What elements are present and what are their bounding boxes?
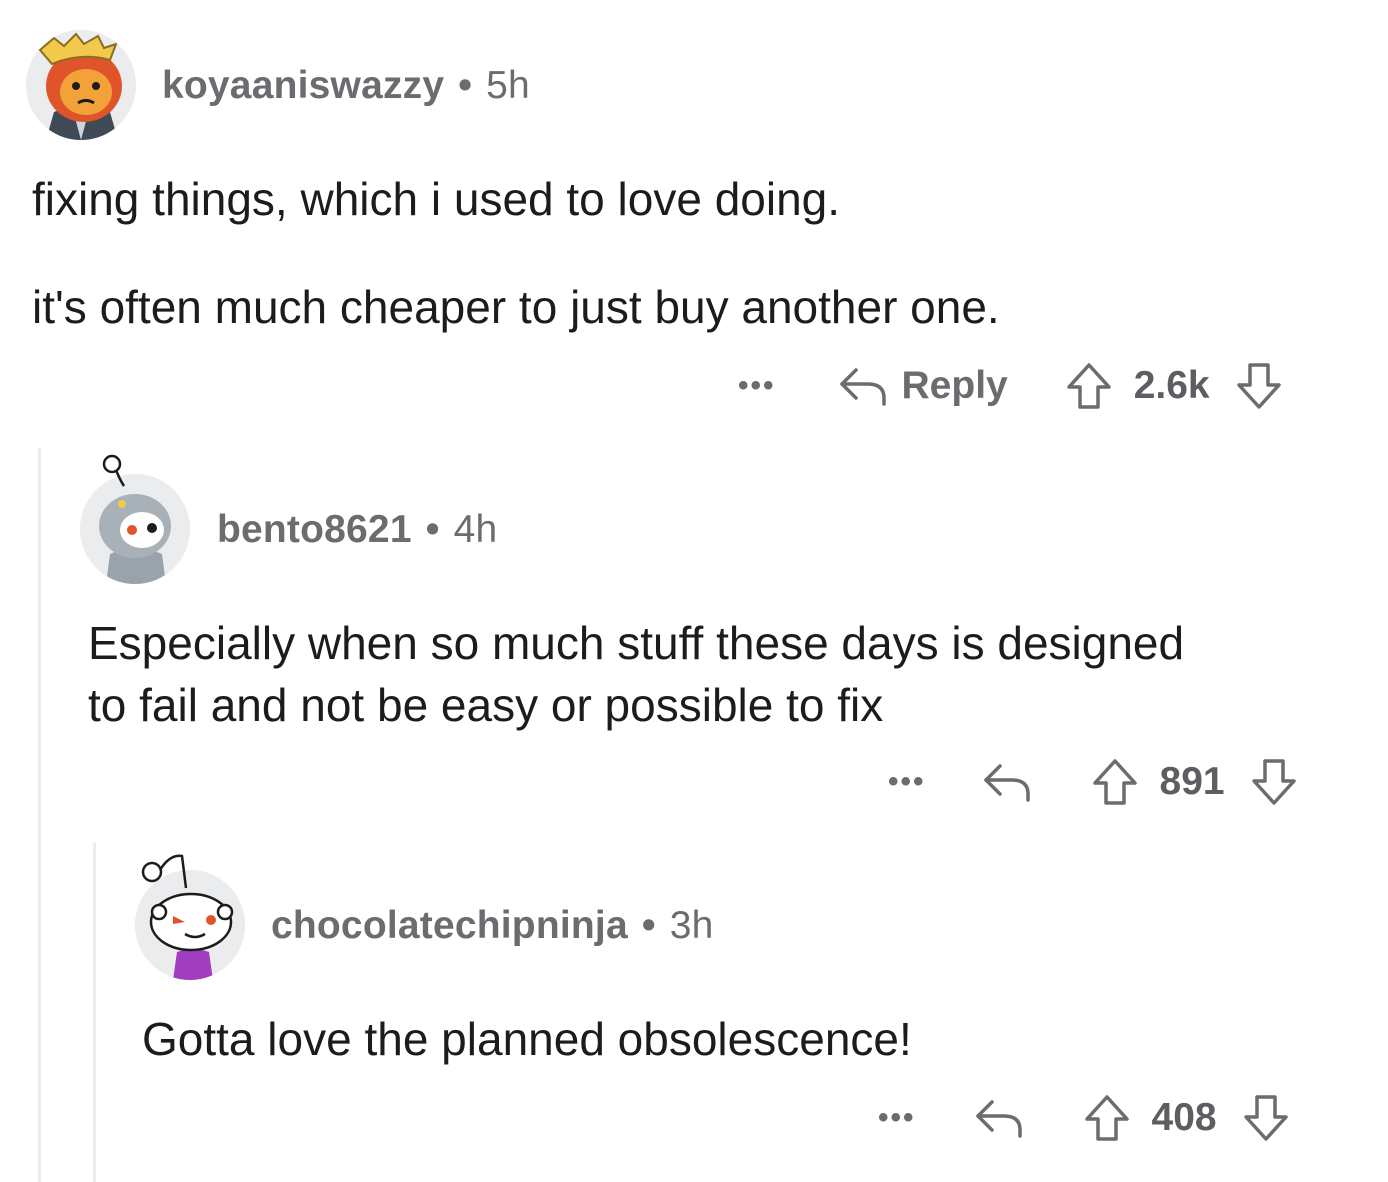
meta-separator: • [458,64,473,107]
more-options-icon[interactable]: ••• [878,1103,916,1133]
downvote-button[interactable] [1249,757,1299,807]
downvote-arrow-icon [1243,1095,1288,1141]
upvote-button[interactable] [1090,757,1140,807]
upvote-button[interactable] [1064,361,1114,411]
reply-arrow-icon [975,1100,1022,1138]
username-link[interactable]: bento8621 [217,508,412,551]
vote-score: 2.6k [1133,364,1210,407]
comment-body-paragraph: to fail and not be easy or possible to f… [88,679,884,731]
reply-button[interactable]: Reply [838,364,1008,408]
username-link[interactable]: chocolatechipninja [271,904,628,947]
upvote-arrow-icon [1084,1095,1129,1141]
upvote-button[interactable] [1082,1093,1132,1143]
thread-line-level-2[interactable] [93,843,96,1182]
comment-timestamp[interactable]: 5h [486,64,530,107]
comment-body-paragraph: it's often much cheaper to just buy anot… [32,281,1000,333]
snoo-avatar-orange-hood-icon [26,30,136,140]
more-options-icon[interactable]: ••• [888,767,926,797]
thread-line-level-1[interactable] [38,448,41,1182]
upvote-arrow-icon [1066,363,1111,409]
vote-score: 891 [1159,760,1225,803]
comment-body-paragraph: Gotta love the planned obsolescence! [142,1013,912,1065]
upvote-arrow-icon [1092,759,1137,805]
snoo-antenna-icon [141,854,188,889]
comment-timestamp[interactable]: 4h [454,508,498,551]
comment-body-paragraph: Especially when so much stuff these days… [88,617,1185,669]
meta-separator: • [425,508,440,551]
comment-author: koyaaniswazzy • 5h [162,64,530,108]
reply-label: Reply [901,364,1008,407]
vote-score: 408 [1151,1096,1217,1139]
comment-author: bento8621 • 4h [217,508,497,552]
snoo-antenna-icon [102,454,126,487]
comment-author: chocolatechipninja • 3h [271,904,713,948]
reply-arrow-icon [983,764,1030,802]
comment-actions: ••• 408 [878,1088,1348,1148]
comment-timestamp[interactable]: 3h [670,904,714,947]
comment-body-paragraph: fixing things, which i used to love doin… [32,173,841,225]
user-avatar[interactable] [26,30,136,140]
more-options-icon[interactable]: ••• [738,371,776,401]
comment-actions: ••• 891 [888,752,1348,812]
reply-button[interactable] [982,760,1034,804]
downvote-arrow-icon [1236,363,1281,409]
reply-arrow-icon [839,368,886,406]
comment-actions: ••• Reply 2.6k [738,356,1348,416]
downvote-button[interactable] [1241,1093,1291,1143]
reply-button[interactable] [974,1096,1026,1140]
downvote-button[interactable] [1234,361,1284,411]
downvote-arrow-icon [1251,759,1296,805]
meta-separator: • [641,904,656,947]
username-link[interactable]: koyaaniswazzy [162,64,444,107]
